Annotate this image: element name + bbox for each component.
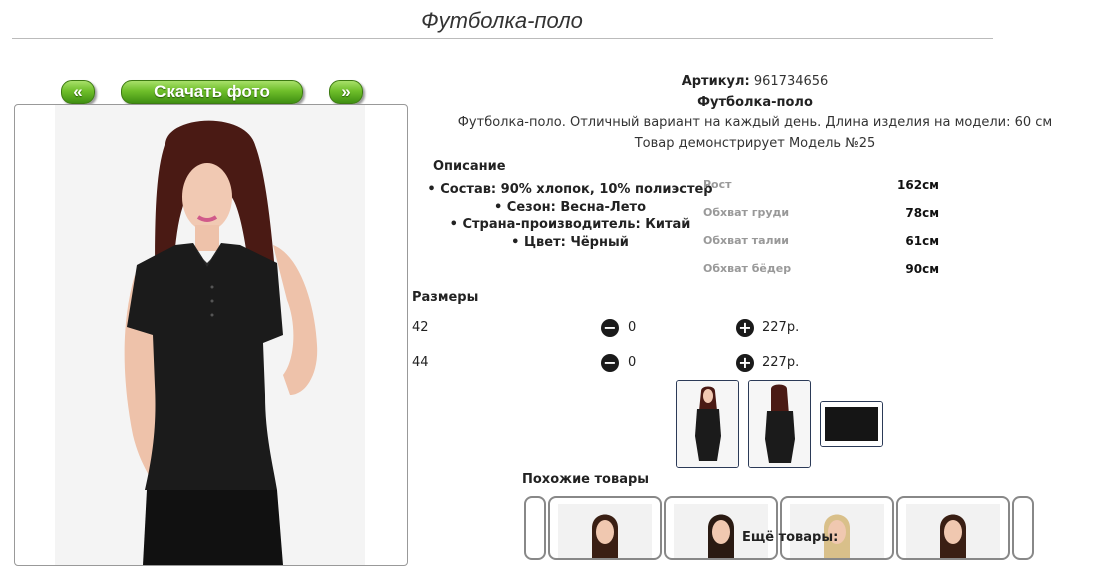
measurement-label: Обхват груди (703, 206, 790, 219)
similar-product-card[interactable] (524, 496, 546, 560)
measurement-row: Обхват груди 78см (703, 206, 943, 234)
measurement-label: Обхват бёдер (703, 262, 792, 275)
model-note: Товар демонстрирует Модель №25 (634, 136, 876, 151)
increase-qty-button[interactable]: + (736, 319, 754, 337)
thumbnail-image (821, 402, 882, 446)
description-item: • Цвет: Чёрный (511, 234, 629, 250)
title-divider (12, 38, 993, 39)
article-number: 961734656 (753, 74, 829, 89)
more-products-heading: Ещё товары: (742, 530, 839, 545)
sizes-heading: Размеры (412, 290, 479, 305)
similar-product-card[interactable] (548, 496, 662, 560)
similar-product-card[interactable] (780, 496, 894, 560)
quantity-value: 0 (628, 355, 637, 370)
measurement-value: 162см (897, 178, 939, 192)
measurement-row: Рост 162см (703, 178, 943, 206)
similar-product-image (674, 504, 768, 558)
prev-photo-button[interactable]: « (61, 80, 95, 104)
measurement-row: Обхват талии 61см (703, 234, 943, 262)
similar-product-image (790, 504, 884, 558)
similar-product-card[interactable] (1012, 496, 1034, 560)
size-price: 227р. (762, 355, 800, 370)
measurement-value: 90см (905, 262, 939, 276)
description-item: • Страна-производитель: Китай (449, 217, 691, 232)
thumbnail-back[interactable] (748, 380, 811, 468)
download-photo-button[interactable]: Скачать фото (121, 80, 303, 104)
decrease-qty-button[interactable]: − (601, 354, 619, 372)
thumbnail-front[interactable] (676, 380, 739, 468)
size-price: 227р. (762, 320, 800, 335)
similar-products-heading: Похожие товары (522, 472, 650, 487)
page-title: Футболка-поло (421, 8, 583, 33)
next-photo-button[interactable]: » (329, 80, 363, 104)
description-item: • Сезон: Весна-Лето (493, 199, 647, 215)
decrease-qty-button[interactable]: − (601, 319, 619, 337)
model-measurements: Рост 162см Обхват груди 78см Обхват тали… (703, 178, 943, 290)
thumbnail-image (677, 381, 738, 467)
size-row: 44 − 0 + 227р. (412, 354, 832, 375)
article-label: Артикул: (681, 74, 750, 89)
description-heading: Описание (433, 159, 506, 174)
measurement-label: Обхват талии (703, 234, 789, 247)
similar-product-image (906, 504, 1000, 558)
description-list: • Состав: 90% хлопок, 10% полиэстер • Се… (410, 181, 730, 251)
measurement-value: 61см (905, 234, 939, 248)
thumbnail-detail[interactable] (820, 401, 883, 447)
product-description: Футболка-поло. Отличный вариант на кажды… (457, 115, 1053, 130)
increase-qty-button[interactable]: + (736, 354, 754, 372)
size-value: 44 (412, 355, 429, 370)
main-product-photo[interactable] (14, 104, 408, 566)
thumbnail-image (749, 381, 810, 467)
size-row: 42 − 0 + 227р. (412, 319, 832, 340)
quantity-value: 0 (628, 320, 637, 335)
similar-product-image (558, 504, 652, 558)
measurement-label: Рост (703, 178, 732, 191)
product-name: Футболка-поло (697, 95, 813, 110)
size-value: 42 (412, 320, 429, 335)
measurement-value: 78см (905, 206, 939, 220)
description-item: • Состав: 90% хлопок, 10% полиэстер (427, 182, 713, 197)
article-line: Артикул: 961734656 (410, 74, 1100, 89)
measurement-row: Обхват бёдер 90см (703, 262, 943, 290)
model-photo-image (55, 105, 365, 565)
similar-product-card[interactable] (664, 496, 778, 560)
similar-product-card[interactable] (896, 496, 1010, 560)
